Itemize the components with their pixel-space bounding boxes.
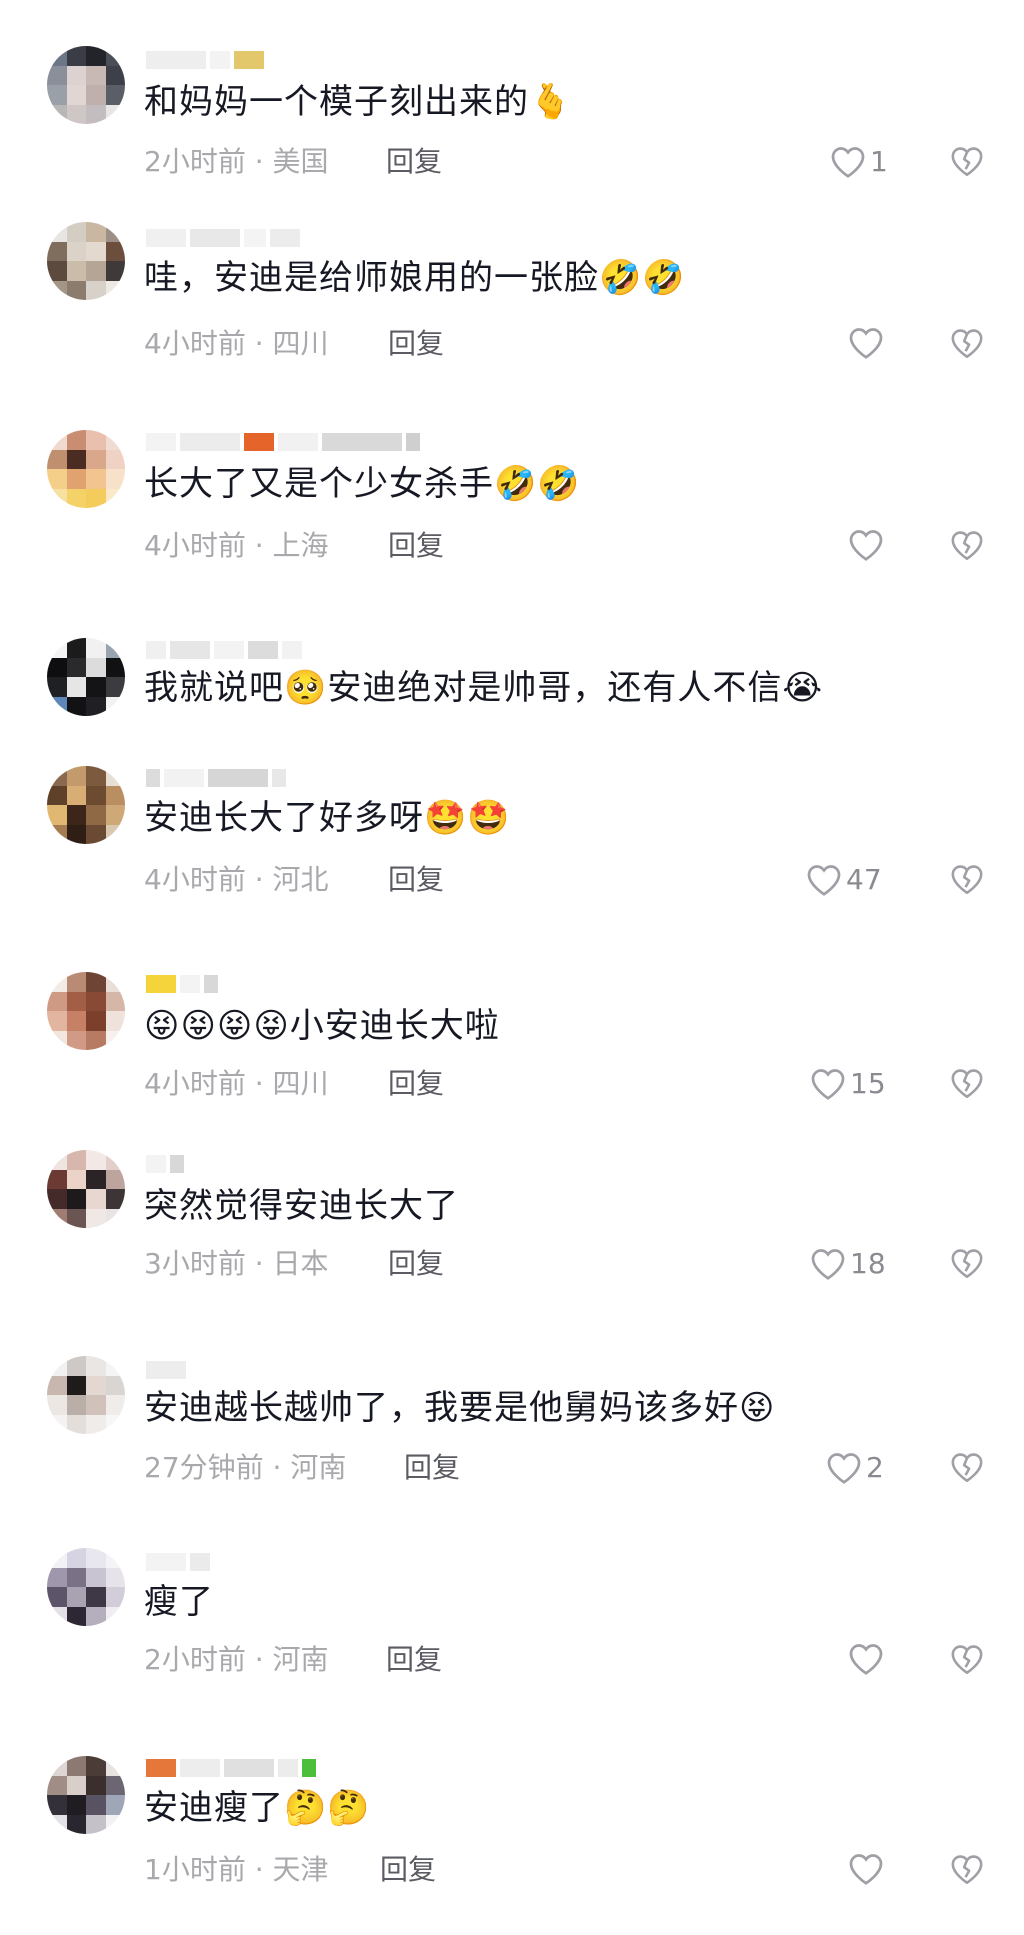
broken-heart-icon[interactable] [950, 863, 984, 897]
username-blurred[interactable] [146, 1550, 210, 1574]
avatar[interactable] [47, 1150, 125, 1228]
emoji: 🤣🤣 [494, 464, 581, 504]
comment-text: 安迪越长越帅了，我要是他舅妈该多好😝 [144, 1388, 776, 1428]
emoji: 🤣🤣 [599, 258, 686, 298]
username-blurred[interactable] [146, 1358, 186, 1382]
username-blurred[interactable] [146, 1756, 316, 1780]
heart-outline-icon [849, 530, 883, 561]
avatar[interactable] [47, 1548, 125, 1626]
like-button[interactable]: 2 [826, 1450, 884, 1486]
comment-text: 安迪长大了好多呀🤩🤩 [144, 798, 511, 838]
username-blurred[interactable] [146, 638, 302, 662]
heart-outline-icon [827, 1453, 861, 1484]
comment-meta: 4小时前 · 四川 [144, 1067, 329, 1100]
comment-item: 安迪长大了好多呀🤩🤩 4小时前 · 河北 回复 47 [0, 748, 1024, 898]
avatar[interactable] [47, 972, 125, 1050]
emoji: 😝😝😝😝 [144, 1006, 290, 1046]
heart-outline-icon [849, 1644, 883, 1675]
emoji: 😭 [782, 668, 824, 708]
avatar[interactable] [47, 1756, 125, 1834]
like-button[interactable]: 15 [810, 1066, 886, 1102]
emoji: 🤔🤔 [284, 1788, 371, 1828]
comment-meta: 4小时前 · 四川 [144, 327, 329, 360]
comment-item: 和妈妈一个模子刻出来的🫰 2小时前 · 美国 回复 1 [0, 0, 1024, 178]
reply-button[interactable]: 回复 [388, 1246, 444, 1282]
emoji: 🫰 [529, 82, 573, 122]
comment-text: 哇，安迪是给师娘用的一张脸🤣🤣 [144, 258, 686, 298]
comment-item: 突然觉得安迪长大了 3小时前 · 日本 回复 18 [0, 1140, 1024, 1290]
broken-heart-icon[interactable] [950, 529, 984, 563]
reply-button[interactable]: 回复 [388, 862, 444, 898]
emoji: 🤩🤩 [424, 798, 511, 838]
heart-outline-icon [849, 328, 883, 359]
comment-text: 瘦了 [144, 1582, 214, 1622]
broken-heart-icon[interactable] [950, 1451, 984, 1485]
avatar[interactable] [47, 766, 125, 844]
broken-heart-icon[interactable] [950, 1643, 984, 1677]
username-blurred[interactable] [146, 48, 264, 72]
comment-item: 瘦了 2小时前 · 河南 回复 [0, 1530, 1024, 1680]
comment-meta: 1小时前 · 天津 [144, 1853, 329, 1886]
comment-item: 我就说吧🥺安迪绝对是帅哥，还有人不信😭 [0, 600, 1024, 750]
like-count: 18 [850, 1247, 886, 1280]
comment-text: 长大了又是个少女杀手🤣🤣 [144, 464, 581, 504]
reply-button[interactable]: 回复 [404, 1450, 460, 1486]
like-count: 15 [850, 1067, 886, 1100]
like-button[interactable] [848, 1852, 898, 1886]
username-blurred[interactable] [146, 226, 300, 250]
like-button[interactable]: 18 [810, 1246, 886, 1282]
username-blurred[interactable] [146, 766, 286, 790]
avatar[interactable] [47, 46, 125, 124]
comment-item: 安迪瘦了🤔🤔 1小时前 · 天津 回复 [0, 1740, 1024, 1890]
comment-text: 😝😝😝😝小安迪长大啦 [144, 1006, 500, 1046]
like-count: 2 [866, 1451, 884, 1484]
username-blurred[interactable] [146, 972, 218, 996]
comment-meta: 4小时前 · 河北 [144, 863, 329, 896]
reply-button[interactable]: 回复 [388, 1066, 444, 1102]
heart-outline-icon [831, 147, 865, 178]
avatar[interactable] [47, 222, 125, 300]
heart-outline-icon [849, 1854, 883, 1885]
emoji: 😝 [739, 1388, 776, 1428]
comment-item: 😝😝😝😝小安迪长大啦 4小时前 · 四川 回复 15 [0, 950, 1024, 1100]
username-blurred[interactable] [146, 430, 420, 454]
like-button[interactable]: 47 [806, 862, 882, 898]
heart-outline-icon [811, 1069, 845, 1100]
comment-item: 长大了又是个少女杀手🤣🤣 4小时前 · 上海 回复 [0, 382, 1024, 562]
broken-heart-icon[interactable] [950, 327, 984, 361]
username-blurred[interactable] [146, 1152, 184, 1176]
heart-outline-icon [807, 865, 841, 896]
reply-button[interactable]: 回复 [388, 326, 444, 362]
reply-button[interactable]: 回复 [386, 1642, 442, 1678]
broken-heart-icon[interactable] [950, 145, 984, 179]
emoji: 🥺 [284, 668, 328, 708]
comment-text: 突然觉得安迪长大了 [144, 1186, 459, 1226]
avatar[interactable] [47, 638, 125, 716]
like-button[interactable]: 1 [830, 144, 888, 180]
like-button[interactable] [848, 1642, 898, 1676]
broken-heart-icon[interactable] [950, 1853, 984, 1887]
comment-meta: 4小时前 · 上海 [144, 529, 329, 562]
comment-text: 和妈妈一个模子刻出来的🫰 [144, 82, 573, 122]
comment-meta: 27分钟前 · 河南 [144, 1451, 347, 1484]
comment-meta: 3小时前 · 日本 [144, 1247, 329, 1280]
heart-outline-icon [811, 1249, 845, 1280]
broken-heart-icon[interactable] [950, 1247, 984, 1281]
comment-item: 安迪越长越帅了，我要是他舅妈该多好😝 27分钟前 · 河南 回复 2 [0, 1340, 1024, 1490]
reply-button[interactable]: 回复 [388, 528, 444, 564]
avatar[interactable] [47, 1356, 125, 1434]
broken-heart-icon[interactable] [950, 1067, 984, 1101]
reply-button[interactable]: 回复 [380, 1852, 436, 1888]
comment-item: 哇，安迪是给师娘用的一张脸🤣🤣 4小时前 · 四川 回复 [0, 180, 1024, 360]
like-count: 1 [870, 145, 888, 178]
comment-text: 安迪瘦了🤔🤔 [144, 1788, 371, 1828]
like-count: 47 [846, 863, 882, 896]
avatar[interactable] [47, 430, 125, 508]
comment-meta: 2小时前 · 河南 [144, 1643, 329, 1676]
like-button[interactable] [848, 528, 898, 562]
comment-text: 我就说吧🥺安迪绝对是帅哥，还有人不信😭 [144, 668, 824, 708]
comment-meta: 2小时前 · 美国 [144, 145, 329, 178]
like-button[interactable] [848, 326, 898, 360]
reply-button[interactable]: 回复 [386, 144, 442, 180]
